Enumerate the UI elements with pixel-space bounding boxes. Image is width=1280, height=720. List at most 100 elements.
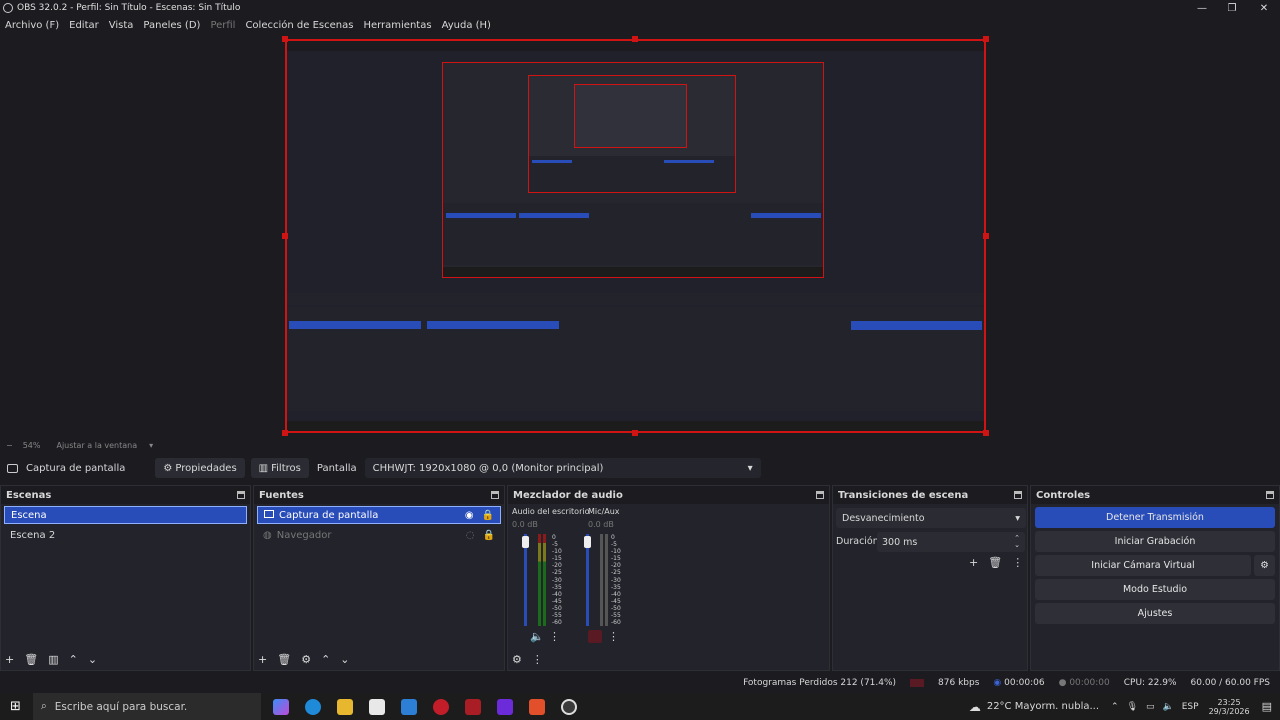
menu-dots-icon[interactable]: ⋮ bbox=[608, 630, 619, 643]
spin-arrows-icon[interactable]: ⌃ ⌄ bbox=[1014, 535, 1020, 549]
chevron-down-icon[interactable]: ⌄ bbox=[88, 653, 97, 666]
preview-screen-capture[interactable] bbox=[285, 39, 986, 433]
undock-icon[interactable] bbox=[237, 491, 245, 499]
app-icon[interactable] bbox=[464, 698, 481, 715]
tray-chevron-icon[interactable]: ⌃ bbox=[1111, 702, 1119, 712]
start-recording-button[interactable]: Iniciar Grabación bbox=[1035, 531, 1275, 552]
close-icon: ✕ bbox=[1259, 2, 1269, 14]
copilot-icon[interactable] bbox=[272, 698, 289, 715]
store-icon[interactable] bbox=[368, 698, 385, 715]
weather-icon[interactable]: ☁ bbox=[969, 700, 981, 714]
db-tick: -60 bbox=[611, 619, 621, 627]
chevron-up-icon[interactable]: ⌃ bbox=[321, 653, 330, 666]
edge-icon[interactable] bbox=[304, 698, 321, 715]
trash-icon[interactable]: 🗑 bbox=[988, 556, 1002, 569]
chevron-up-icon[interactable]: ⌃ bbox=[69, 653, 78, 666]
channel-name: Audio del escritorio bbox=[512, 507, 590, 516]
menu-perfil[interactable]: Perfil bbox=[205, 20, 240, 31]
volume-slider-handle[interactable] bbox=[584, 536, 591, 548]
menu-ayuda[interactable]: Ayuda (H) bbox=[437, 20, 496, 31]
app-icon[interactable] bbox=[432, 698, 449, 715]
menu-dots-icon[interactable]: ⋮ bbox=[549, 630, 560, 643]
resize-handle-tr[interactable] bbox=[983, 36, 989, 42]
channel-db: 0.0 dB bbox=[512, 520, 538, 529]
add-icon[interactable]: + bbox=[969, 556, 978, 569]
filter-icon[interactable]: ▥ bbox=[48, 653, 58, 666]
eye-icon[interactable]: ◉ bbox=[465, 510, 474, 521]
monitor-icon bbox=[264, 509, 274, 518]
clock[interactable]: 23:25 29/3/2026 bbox=[1209, 698, 1250, 716]
add-icon[interactable]: + bbox=[258, 653, 267, 666]
resize-handle-l[interactable] bbox=[282, 233, 288, 239]
channel-db: 0.0 dB bbox=[588, 520, 614, 529]
minimize-button[interactable]: — bbox=[1186, 0, 1218, 16]
display-label: Pantalla bbox=[316, 462, 357, 474]
gear-icon: ⚙ bbox=[1260, 560, 1269, 571]
start-virtual-camera-button[interactable]: Iniciar Cámara Virtual bbox=[1035, 555, 1251, 576]
menu-editar[interactable]: Editar bbox=[64, 20, 104, 31]
volume-icon[interactable]: 🔈 bbox=[1163, 702, 1174, 712]
mic-muted-icon[interactable] bbox=[588, 630, 602, 643]
close-button[interactable]: ✕ bbox=[1248, 0, 1280, 16]
recording-icon: ● bbox=[1058, 678, 1067, 688]
transition-select[interactable]: Desvanecimiento ▾ bbox=[836, 508, 1026, 528]
undock-icon[interactable] bbox=[1014, 491, 1022, 499]
lock-icon[interactable]: 🔒 bbox=[482, 510, 494, 521]
display-select[interactable]: CHHWJT: 1920x1080 @ 0,0 (Monitor princip… bbox=[364, 458, 761, 478]
weather-text[interactable]: 22°C Mayorm. nubla... bbox=[987, 701, 1099, 712]
file-explorer-icon[interactable] bbox=[336, 698, 353, 715]
network-icon[interactable]: ▭ bbox=[1146, 702, 1155, 712]
resize-handle-tl[interactable] bbox=[282, 36, 288, 42]
undock-icon[interactable] bbox=[816, 491, 824, 499]
windows-start-icon[interactable]: ⊞ bbox=[10, 699, 21, 714]
source-item[interactable]: Captura de pantalla ◉ 🔒 bbox=[257, 506, 501, 524]
duration-spinbox[interactable]: 300 ms ⌃ ⌄ bbox=[877, 532, 1025, 552]
resize-handle-bl[interactable] bbox=[282, 430, 288, 436]
source-item[interactable]: ◍ Navegador ◌ 🔒 bbox=[257, 526, 501, 544]
mixer-settings-icon[interactable]: ⚙ bbox=[512, 653, 522, 666]
taskbar-search[interactable]: ⌕ Escribe aquí para buscar. bbox=[32, 693, 261, 720]
obs-taskbar-icon[interactable] bbox=[560, 698, 577, 715]
menu-vista[interactable]: Vista bbox=[104, 20, 139, 31]
maximize-button[interactable]: ❐ bbox=[1216, 0, 1248, 16]
scene-item[interactable]: Escena 2 bbox=[4, 526, 247, 544]
settings-button[interactable]: Ajustes bbox=[1035, 603, 1275, 624]
menu-dots-icon[interactable]: ⋮ bbox=[1012, 556, 1023, 569]
resize-handle-t[interactable] bbox=[632, 36, 638, 42]
chevron-down-icon[interactable]: ⌄ bbox=[340, 653, 349, 666]
menu-archivo[interactable]: Archivo (F) bbox=[0, 20, 64, 31]
notification-icon[interactable]: ▤ bbox=[1262, 700, 1272, 713]
speaker-icon[interactable]: 🔈 bbox=[530, 630, 544, 643]
resize-handle-b[interactable] bbox=[632, 430, 638, 436]
menu-coleccion-escenas[interactable]: Colección de Escenas bbox=[240, 20, 358, 31]
volume-slider-handle[interactable] bbox=[522, 536, 529, 548]
trash-icon[interactable]: 🗑 bbox=[277, 653, 291, 666]
zoom-fit-label[interactable]: Ajustar a la ventana bbox=[56, 441, 137, 450]
menu-paneles[interactable]: Paneles (D) bbox=[138, 20, 205, 31]
brave-icon[interactable] bbox=[528, 698, 545, 715]
properties-button[interactable]: ⚙ Propiedades bbox=[155, 458, 245, 478]
menu-dots-icon[interactable]: ⋮ bbox=[532, 653, 543, 666]
add-icon[interactable]: + bbox=[5, 653, 14, 666]
zoom-dropdown-icon[interactable]: ▾ bbox=[149, 441, 153, 450]
lock-icon[interactable]: 🔒 bbox=[483, 530, 495, 541]
scene-item[interactable]: Escena bbox=[4, 506, 247, 524]
undock-icon[interactable] bbox=[491, 491, 499, 499]
db-tick: -45 bbox=[552, 597, 562, 605]
zoom-out-button[interactable]: − bbox=[6, 441, 13, 450]
mic-icon[interactable]: 🎙 bbox=[1127, 702, 1138, 712]
mail-icon[interactable] bbox=[400, 698, 417, 715]
language[interactable]: ESP bbox=[1182, 702, 1199, 712]
stop-streaming-button[interactable]: Detener Transmisión bbox=[1035, 507, 1275, 528]
studio-mode-button[interactable]: Modo Estudio bbox=[1035, 579, 1275, 600]
twitch-icon[interactable] bbox=[496, 698, 513, 715]
resize-handle-br[interactable] bbox=[983, 430, 989, 436]
undock-icon[interactable] bbox=[1266, 491, 1274, 499]
trash-icon[interactable]: 🗑 bbox=[24, 653, 38, 666]
resize-handle-r[interactable] bbox=[983, 233, 989, 239]
virtual-camera-settings-button[interactable]: ⚙ bbox=[1254, 555, 1275, 576]
filters-button[interactable]: ▥ Filtros bbox=[250, 458, 309, 478]
gear-icon[interactable]: ⚙ bbox=[301, 653, 311, 666]
menu-herramientas[interactable]: Herramientas bbox=[358, 20, 436, 31]
eye-hidden-icon[interactable]: ◌ bbox=[466, 530, 475, 541]
